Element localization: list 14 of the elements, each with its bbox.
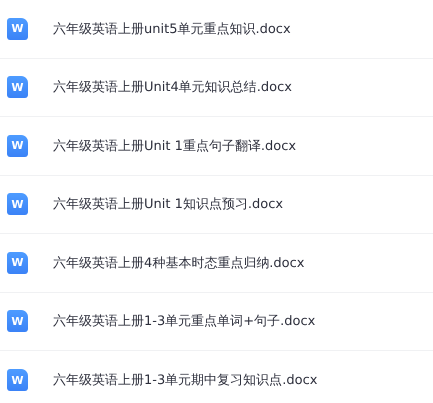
word-document-icon: W <box>7 193 28 216</box>
file-name[interactable]: 六年级英语上册unit5单元重点知识.docx <box>53 20 291 38</box>
word-document-icon: W <box>7 18 28 40</box>
file-name[interactable]: 六年级英语上册1-3单元重点单词+句子.docx <box>53 312 316 330</box>
file-name[interactable]: 六年级英语上册4种基本时态重点归纳.docx <box>53 254 304 272</box>
word-document-icon: W <box>7 134 28 157</box>
file-name[interactable]: 六年级英语上册Unit 1知识点预习.docx <box>53 195 284 214</box>
file-name[interactable]: 六年级英语上册Unit 1重点句子翻译.docx <box>53 136 296 155</box>
file-name[interactable]: 六年级英语上册1-3单元期中复习知识点.docx <box>53 371 318 390</box>
word-document-icon: W <box>7 310 28 332</box>
file-name[interactable]: 六年级英语上册Unit4单元知识总结.docx <box>53 78 292 96</box>
word-document-icon: W <box>7 369 28 392</box>
word-document-icon: W <box>7 76 28 98</box>
word-document-icon: W <box>7 252 28 274</box>
